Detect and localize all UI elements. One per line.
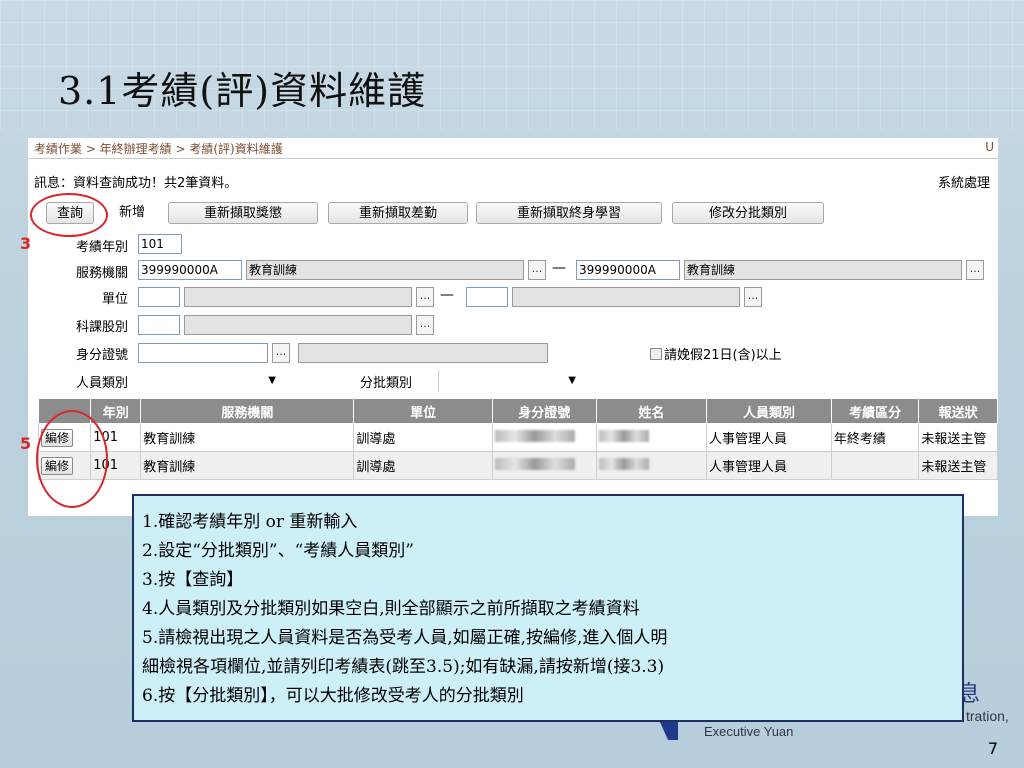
year-input[interactable]: 101 <box>138 234 182 254</box>
category-cell <box>830 451 920 480</box>
batch-select[interactable]: ▼ <box>438 370 582 392</box>
breadcrumb-divider <box>28 158 998 159</box>
unit-to-input[interactable] <box>466 287 508 307</box>
note-line: 3.按【查詢】 <box>142 570 244 590</box>
agency-to-lookup-button[interactable]: ... <box>966 260 984 280</box>
section-label: 科課股別 <box>75 320 128 335</box>
query-highlight-circle <box>30 193 108 237</box>
breadcrumb: 考績作業 > 年終辦理考績 > 考績(評)資料維護 <box>34 142 283 156</box>
unit-range-dash: — <box>440 287 454 303</box>
system-process-label: 系統處理 <box>937 176 990 191</box>
unit-from-input[interactable] <box>138 287 180 307</box>
logo-text-administration: tration, <box>966 708 1009 724</box>
name-cell <box>595 423 708 452</box>
note-line: 2.設定“分批類別”、“考績人員類別” <box>142 541 414 561</box>
agency-cell: 教育訓練 <box>140 423 355 452</box>
batch-label: 分批類別 <box>360 376 413 391</box>
section-name <box>184 315 412 335</box>
category-cell: 年終考績 <box>830 423 920 452</box>
agency-cell: 教育訓練 <box>140 451 355 480</box>
unit-from-name <box>184 287 412 307</box>
column-header: 人員類別 <box>706 398 832 424</box>
results-table: 年別 服務機關 單位 身分證號 姓名 人員類別 考績區分 報送狀 編修 101 … <box>37 398 998 480</box>
range-dash: — <box>552 260 566 276</box>
id-cell <box>491 423 597 452</box>
breadcrumb-right: U <box>985 140 994 154</box>
staff-type-label: 人員類別 <box>75 376 128 391</box>
leave-checkbox-label: 請娩假21日(含)以上 <box>664 348 782 363</box>
add-button[interactable]: 新增 <box>108 202 156 224</box>
step-3-marker: 3 <box>20 234 32 253</box>
column-header: 年別 <box>90 398 142 424</box>
status-cell: 未報送主管 <box>918 423 998 452</box>
id-name-display <box>298 343 548 363</box>
edit-batch-button[interactable]: 修改分批類別 <box>672 202 824 224</box>
staff-type-select[interactable]: ▼ <box>138 370 282 392</box>
page-number: 7 <box>987 739 998 758</box>
agency-code-from[interactable]: 399990000A <box>138 260 242 280</box>
column-header: 姓名 <box>595 398 708 424</box>
redacted-name <box>598 457 649 470</box>
agency-code-to[interactable]: 399990000A <box>576 260 680 280</box>
note-line: 6.按【分批類別】，可以大批修改受考人的分批類別 <box>142 686 524 706</box>
table-header-row: 年別 服務機關 單位 身分證號 姓名 人員類別 考績區分 報送狀 <box>37 398 998 424</box>
agency-from-lookup-button[interactable]: ... <box>528 260 546 280</box>
note-line: 細檢視各項欄位,並請列印考績表(跳至3.5);如有缺漏,請按新增(接3.3) <box>142 657 665 677</box>
column-header: 考績區分 <box>830 398 920 424</box>
agency-name-to: 教育訓練 <box>684 260 962 280</box>
section-input[interactable] <box>138 315 180 335</box>
unit-cell: 訓導處 <box>353 451 493 480</box>
slide-title: 3.1考績(評)資料維護 <box>58 69 427 113</box>
agency-name-from: 教育訓練 <box>246 260 524 280</box>
app-panel: 考績作業 > 年終辦理考績 > 考績(評)資料維護 U 訊息：資料查詢成功！共2… <box>28 138 998 516</box>
name-cell <box>595 451 708 480</box>
id-label: 身分證號 <box>75 348 128 363</box>
redacted-name <box>598 429 649 442</box>
step-5-marker: 5 <box>20 434 32 453</box>
chevron-down-icon: ▼ <box>568 375 576 386</box>
instruction-notes: 1.確認考績年別 or 重新輸入 2.設定“分批類別”、“考績人員類別” 3.按… <box>132 494 964 722</box>
id-cell <box>491 451 597 480</box>
staff-type-cell: 人事管理人員 <box>706 451 832 480</box>
year-label: 考績年別 <box>75 240 128 255</box>
logo-text-executive-yuan: Executive Yuan <box>704 724 794 739</box>
note-line: 5.請檢視出現之人員資料是否為受考人員,如屬正確,按編修,進入個人明 <box>142 628 668 648</box>
status-cell: 未報送主管 <box>918 451 998 480</box>
refetch-learning-button[interactable]: 重新擷取終身學習 <box>476 202 662 224</box>
unit-to-lookup-button[interactable]: ... <box>744 287 762 307</box>
status-message: 訊息：資料查詢成功！共2筆資料。 <box>34 176 238 191</box>
redacted-id <box>494 457 575 470</box>
unit-cell: 訓導處 <box>353 423 493 452</box>
edit-highlight-circle <box>36 410 108 508</box>
leave-checkbox[interactable] <box>650 348 662 360</box>
note-line: 4.人員類別及分批類別如果空白,則全部顯示之前所擷取之考績資料 <box>142 599 640 619</box>
table-row: 編修 101 教育訓練 訓導處 人事管理人員 年終考績 未報送主管 <box>37 423 998 452</box>
column-header: 身分證號 <box>491 398 597 424</box>
agency-label: 服務機關 <box>75 266 128 281</box>
logo-mark-icon <box>660 722 678 740</box>
id-input[interactable] <box>138 343 268 363</box>
id-lookup-button[interactable]: ... <box>272 343 290 363</box>
unit-to-name <box>512 287 740 307</box>
staff-type-cell: 人事管理人員 <box>706 423 832 452</box>
unit-from-lookup-button[interactable]: ... <box>416 287 434 307</box>
column-header: 服務機關 <box>140 398 355 424</box>
refetch-attendance-button[interactable]: 重新擷取差勤 <box>328 202 468 224</box>
table-row: 編修 101 教育訓練 訓導處 人事管理人員 未報送主管 <box>37 451 998 480</box>
unit-label: 單位 <box>101 292 128 307</box>
section-lookup-button[interactable]: ... <box>416 315 434 335</box>
redacted-id <box>494 429 575 442</box>
column-header: 報送狀 <box>918 398 998 424</box>
note-line: 1.確認考績年別 or 重新輸入 <box>142 512 358 532</box>
chevron-down-icon: ▼ <box>268 375 276 386</box>
column-header: 單位 <box>353 398 493 424</box>
refetch-awards-button[interactable]: 重新擷取獎懲 <box>168 202 318 224</box>
